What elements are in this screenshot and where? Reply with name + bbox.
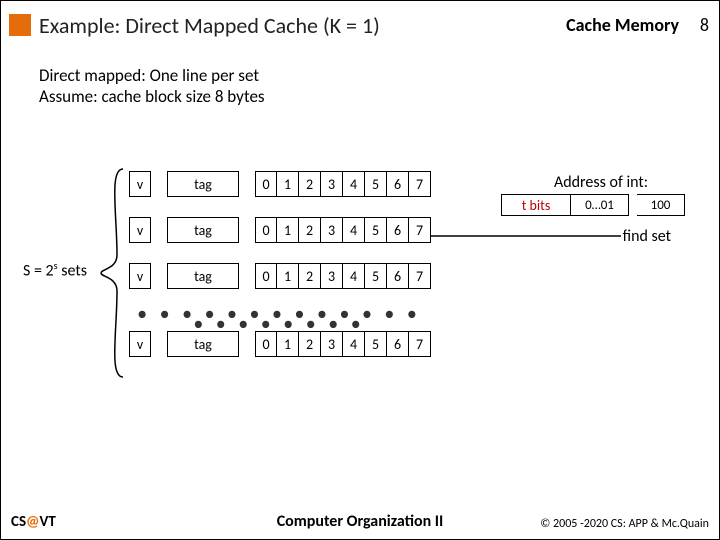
byte-cell: 0 — [255, 331, 277, 357]
byte-cells: 0 1 2 3 4 5 6 7 — [255, 217, 431, 243]
sets-label: S = 2s sets — [23, 259, 87, 280]
cache-line: v tag 0 1 2 3 4 5 6 7 — [129, 171, 431, 197]
byte-cell: 7 — [409, 217, 431, 243]
address-title: Address of int: — [501, 173, 701, 192]
valid-cell: v — [129, 263, 151, 289]
cache-diagram: v tag 0 1 2 3 4 5 6 7 v tag 0 1 2 3 4 5 — [129, 171, 431, 377]
byte-cell: 4 — [343, 331, 365, 357]
valid-cell: v — [129, 217, 151, 243]
byte-cell: 0 — [255, 263, 277, 289]
byte-cell: 1 — [277, 171, 299, 197]
slide-title: Example: Direct Mapped Cache (K = 1) — [39, 12, 380, 39]
tag-cell: tag — [167, 263, 239, 289]
setbits-cell: 0…01 — [571, 194, 629, 216]
byte-cell: 0 — [255, 217, 277, 243]
byte-cell: 7 — [409, 331, 431, 357]
byte-cell: 2 — [299, 263, 321, 289]
byte-cell: 1 — [277, 263, 299, 289]
byte-cells: 0 1 2 3 4 5 6 7 — [255, 263, 431, 289]
tag-cell: tag — [167, 217, 239, 243]
valid-cell: v — [129, 331, 151, 357]
slide-header: Example: Direct Mapped Cache (K = 1) Cac… — [1, 7, 719, 43]
tbits-cell: t bits — [501, 194, 571, 216]
footer-right: © 2005 -2020 CS: APP & Mc.Quain — [540, 517, 709, 531]
byte-cell: 3 — [321, 217, 343, 243]
valid-cell: v — [129, 171, 151, 197]
subtitle-line-2: Assume: cache block size 8 bytes — [39, 86, 265, 107]
byte-cell: 5 — [365, 263, 387, 289]
find-set-label: find set — [623, 227, 671, 246]
byte-cell: 3 — [321, 263, 343, 289]
tag-cell: tag — [167, 331, 239, 357]
byte-cell: 4 — [343, 217, 365, 243]
byte-cell: 0 — [255, 171, 277, 197]
byte-cells: 0 1 2 3 4 5 6 7 — [255, 331, 431, 357]
page-number: 8 — [700, 14, 709, 36]
byte-cell: 6 — [387, 171, 409, 197]
byte-cell: 3 — [321, 171, 343, 197]
byte-cell: 1 — [277, 217, 299, 243]
tag-cell: tag — [167, 171, 239, 197]
ellipsis-dots: • • • • • • • • • • • • • • • • • • • • … — [129, 309, 429, 319]
subtitle-line-1: Direct mapped: One line per set — [39, 65, 265, 86]
byte-cell: 4 — [343, 171, 365, 197]
byte-cell: 7 — [409, 263, 431, 289]
byte-cell: 5 — [365, 217, 387, 243]
byte-cell: 4 — [343, 263, 365, 289]
byte-cell: 5 — [365, 331, 387, 357]
address-fields: t bits 0…01 100 — [501, 194, 701, 216]
byte-cell: 6 — [387, 263, 409, 289]
byte-cell: 2 — [299, 331, 321, 357]
byte-cells: 0 1 2 3 4 5 6 7 — [255, 171, 431, 197]
byte-cell: 6 — [387, 217, 409, 243]
header-bullet-icon — [9, 14, 31, 36]
cache-line: v tag 0 1 2 3 4 5 6 7 — [129, 331, 431, 357]
byte-cell: 3 — [321, 331, 343, 357]
brace-icon — [99, 165, 125, 381]
byte-cell: 1 — [277, 331, 299, 357]
address-box: Address of int: t bits 0…01 100 — [501, 173, 701, 216]
cache-line: v tag 0 1 2 3 4 5 6 7 — [129, 263, 431, 289]
section-title: Cache Memory — [566, 14, 679, 36]
connector-line — [431, 229, 621, 243]
byte-cell: 5 — [365, 171, 387, 197]
subtitle-block: Direct mapped: One line per set Assume: … — [39, 65, 265, 108]
offsetbits-cell: 100 — [637, 194, 685, 216]
byte-cell: 2 — [299, 217, 321, 243]
cache-line: v tag 0 1 2 3 4 5 6 7 — [129, 217, 431, 243]
byte-cell: 7 — [409, 171, 431, 197]
byte-cell: 6 — [387, 331, 409, 357]
slide: Example: Direct Mapped Cache (K = 1) Cac… — [0, 0, 720, 540]
byte-cell: 2 — [299, 171, 321, 197]
